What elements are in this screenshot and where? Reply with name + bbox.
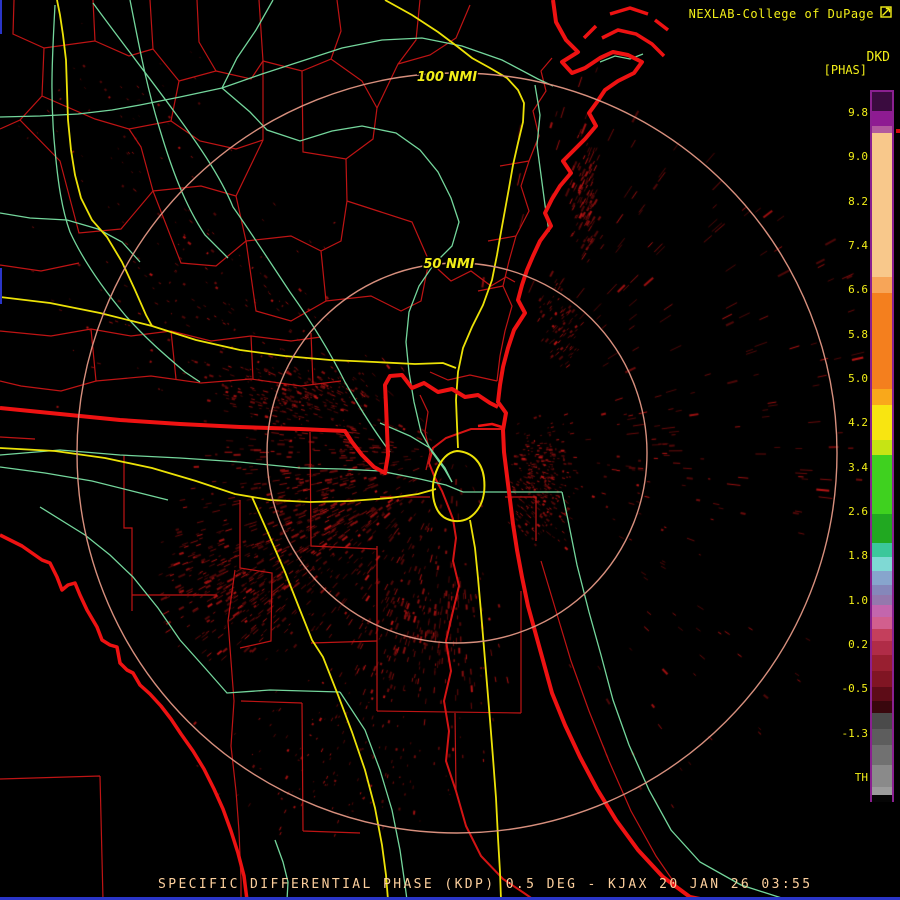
cod-logo-icon [880, 6, 892, 21]
colorbar-segment [872, 126, 892, 133]
colorbar-segment [872, 133, 892, 277]
colorbar-segment [872, 641, 892, 655]
colorbar-segment [872, 405, 892, 440]
colorbar-segment [872, 595, 892, 605]
colorbar-segment [872, 729, 892, 745]
colorbar-tick: 1.0 [848, 593, 868, 607]
colorbar-segment [872, 440, 892, 455]
colorbar-segment [872, 629, 892, 641]
colorbar-tick: 8.2 [848, 194, 868, 208]
colorbar-segment [872, 92, 892, 111]
river-lines [0, 0, 789, 900]
colorbar-tick: 2.6 [848, 504, 868, 518]
colorbar-segment [872, 687, 892, 701]
colorbar-segment [872, 671, 892, 687]
colorbar-segment [872, 557, 892, 571]
colorbar-segment [872, 277, 892, 293]
colorbar-tick: 1.8 [848, 549, 868, 563]
range-ring-label-100nmi: 100 NMI [417, 70, 477, 85]
colorbar-tick: -1.3 [841, 726, 869, 740]
colorbar-segment [872, 787, 892, 795]
colorbar-tick: 5.0 [848, 371, 868, 385]
colorbar-tick: 0.2 [848, 637, 868, 651]
colorbar-segment [872, 765, 892, 787]
colorbar-tick: 4.2 [848, 416, 868, 430]
colorbar-tick: 9.0 [848, 150, 868, 164]
colorbar-segment [872, 389, 892, 405]
range-ring-label-50nmi: 50 NMI [423, 257, 474, 272]
colorbar-segment [872, 617, 892, 629]
colorbar-segment [872, 455, 892, 514]
colorbar [870, 90, 894, 802]
colorbar-segment [872, 514, 892, 543]
colorbar-tick: 3.4 [848, 460, 868, 474]
product-code-label: DKD [866, 50, 890, 65]
state-coast-lines [0, 0, 706, 900]
colorbar-segment [872, 111, 892, 126]
colorbar-segment [872, 713, 892, 729]
colorbar-segment [872, 571, 892, 585]
status-bar: SPECIFIC DIFFERENTIAL PHASE (KDP) 0.5 DE… [158, 877, 813, 892]
colorbar-tick: 6.6 [848, 283, 868, 297]
colorbar-data-marker [896, 129, 900, 133]
frame-border [0, 0, 900, 900]
colorbar-segment [872, 543, 892, 557]
colorbar-tick: -0.5 [841, 682, 869, 696]
colorbar-tick: 7.4 [848, 238, 868, 252]
colorbar-tick-labels: 9.8 9.0 8.2 7.4 6.6 5.8 5.0 4.2 3.4 2.6 1.8 1.0 0.2 -… [818, 0, 869, 900]
highway-lines [0, 0, 525, 900]
colorbar-segment [872, 701, 892, 713]
colorbar-segment [872, 795, 892, 802]
colorbar-tick: 9.8 [848, 106, 868, 119]
colorbar-segment [872, 585, 892, 595]
colorbar-segment [872, 745, 892, 765]
kjax-radar-display: 100 NMI 50 NMI NEXLAB-College of DuPage … [0, 0, 900, 900]
colorbar-segment [872, 605, 892, 617]
colorbar-tick: TH [854, 770, 868, 784]
radar-map: 100 NMI 50 NMI [0, 0, 900, 900]
colorbar-segment [872, 655, 892, 671]
colorbar-segment [872, 293, 892, 389]
colorbar-tick: 5.8 [848, 327, 868, 341]
